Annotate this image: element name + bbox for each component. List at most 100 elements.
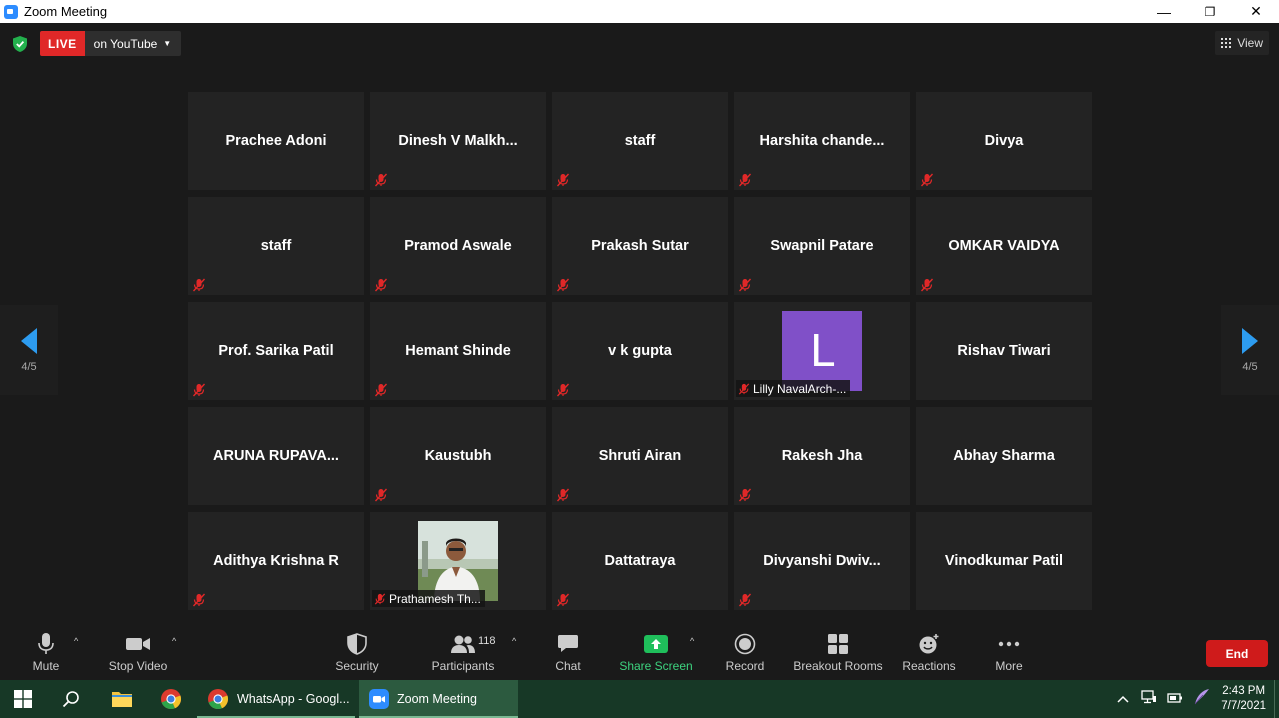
- taskbar-app-label: Zoom Meeting: [397, 692, 477, 706]
- network-icon[interactable]: [1141, 689, 1157, 709]
- participant-tile[interactable]: L Lilly NavalArch-...: [734, 302, 910, 400]
- muted-microphone-icon: [192, 383, 206, 397]
- encryption-shield-icon[interactable]: [12, 35, 28, 53]
- participant-name-bar: Lilly NavalArch-...: [736, 380, 851, 397]
- minimize-button[interactable]: —: [1141, 0, 1187, 23]
- page-counter-right: 4/5: [1242, 361, 1258, 373]
- chrome-button[interactable]: [160, 680, 182, 718]
- muted-microphone-icon: [920, 173, 934, 187]
- stop-video-button[interactable]: Stop Video: [106, 630, 170, 678]
- previous-page-button[interactable]: 4/5: [0, 305, 58, 395]
- participant-tile[interactable]: Adithya Krishna R: [188, 512, 364, 610]
- participants-count: 118: [478, 635, 496, 647]
- taskbar-app-label: WhatsApp - Googl...: [237, 692, 350, 706]
- muted-microphone-icon: [920, 278, 934, 292]
- muted-microphone-icon: [556, 488, 570, 502]
- end-meeting-button[interactable]: End: [1206, 640, 1268, 667]
- battery-icon[interactable]: [1167, 690, 1183, 708]
- participant-name: Prakash Sutar: [591, 238, 689, 254]
- participant-tile[interactable]: Swapnil Patare: [734, 197, 910, 295]
- participant-tile[interactable]: Rakesh Jha: [734, 407, 910, 505]
- taskbar-app-zoom[interactable]: Zoom Meeting: [359, 680, 518, 718]
- mute-button[interactable]: Mute: [28, 630, 64, 678]
- reactions-label: Reactions: [902, 659, 956, 673]
- record-button[interactable]: Record: [724, 630, 766, 678]
- clock-date: 7/7/2021: [1221, 700, 1266, 712]
- muted-microphone-icon: [738, 173, 752, 187]
- muted-microphone-icon: [374, 383, 388, 397]
- participant-name-bar: Prathamesh Th...: [372, 590, 485, 607]
- participant-tile[interactable]: Kaustubh: [370, 407, 546, 505]
- muted-microphone-icon: [192, 278, 206, 292]
- participant-tile[interactable]: Pramod Aswale: [370, 197, 546, 295]
- participant-name: Rishav Tiwari: [957, 343, 1051, 359]
- windows-logo-icon: [14, 690, 32, 708]
- live-stream-control[interactable]: LIVE on YouTube ▼: [40, 31, 182, 56]
- security-button[interactable]: Security: [334, 630, 380, 678]
- show-hidden-icons-chevron-icon[interactable]: [1117, 690, 1129, 708]
- participant-name: Shruti Airan: [598, 448, 682, 464]
- start-button[interactable]: [14, 680, 32, 718]
- participant-name: Lilly NavalArch-...: [753, 381, 847, 396]
- video-options-caret-icon[interactable]: ^: [172, 636, 176, 646]
- stop-video-label: Stop Video: [108, 659, 168, 673]
- participant-tile[interactable]: Divyanshi Dwiv...: [734, 512, 910, 610]
- caret-down-icon: ▼: [163, 39, 172, 48]
- live-badge: LIVE: [40, 31, 85, 56]
- participant-tile[interactable]: staff: [188, 197, 364, 295]
- chat-button[interactable]: Chat: [552, 630, 584, 678]
- participant-tile[interactable]: Hemant Shinde: [370, 302, 546, 400]
- participant-tile[interactable]: staff: [552, 92, 728, 190]
- participant-tile[interactable]: Dattatraya: [552, 512, 728, 610]
- muted-microphone-icon: [738, 278, 752, 292]
- participant-tile[interactable]: v k gupta: [552, 302, 728, 400]
- participant-tile[interactable]: Abhay Sharma: [916, 407, 1092, 505]
- window-title: Zoom Meeting: [24, 4, 108, 19]
- participants-options-caret-icon[interactable]: ^: [512, 636, 516, 646]
- participant-tile[interactable]: Prof. Sarika Patil: [188, 302, 364, 400]
- zoom-app-icon: [369, 689, 389, 709]
- audio-options-caret-icon[interactable]: ^: [74, 636, 78, 646]
- participant-tile[interactable]: Dinesh V Malkh...: [370, 92, 546, 190]
- file-explorer-button[interactable]: [111, 680, 133, 718]
- participant-name: Prathamesh Th...: [389, 591, 481, 606]
- participant-name: Dinesh V Malkh...: [398, 133, 518, 149]
- pen-feather-icon[interactable]: [1193, 688, 1211, 711]
- live-target-label: on YouTube: [93, 36, 158, 51]
- search-button[interactable]: [62, 680, 80, 718]
- next-page-button[interactable]: 4/5: [1221, 305, 1279, 395]
- participant-tile[interactable]: Prathamesh Th...: [370, 512, 546, 610]
- participant-tile[interactable]: Rishav Tiwari: [916, 302, 1092, 400]
- share-screen-button[interactable]: Share Screen: [619, 630, 693, 678]
- participant-tile[interactable]: Vinodkumar Patil: [916, 512, 1092, 610]
- chat-bubble-icon: [557, 630, 579, 658]
- share-screen-label: Share Screen: [619, 659, 693, 673]
- participant-tile[interactable]: Shruti Airan: [552, 407, 728, 505]
- participant-name: Hemant Shinde: [405, 343, 511, 359]
- chat-label: Chat: [555, 659, 581, 673]
- participant-name: ARUNA RUPAVA...: [213, 448, 339, 464]
- live-target-dropdown[interactable]: on YouTube ▼: [84, 31, 182, 56]
- more-label: More: [995, 659, 1023, 673]
- taskbar-app-whatsapp[interactable]: WhatsApp - Googl...: [197, 680, 355, 718]
- show-desktop-button[interactable]: [1274, 680, 1279, 718]
- muted-microphone-icon: [374, 173, 388, 187]
- maximize-button[interactable]: ❐: [1187, 0, 1233, 23]
- close-button[interactable]: ✕: [1233, 0, 1279, 23]
- share-screen-icon: [644, 630, 668, 658]
- breakout-rooms-button[interactable]: Breakout Rooms: [792, 630, 884, 678]
- participant-name: Harshita chande...: [759, 133, 885, 149]
- participant-tile[interactable]: OMKAR VAIDYA: [916, 197, 1092, 295]
- more-button[interactable]: More: [990, 630, 1028, 678]
- taskbar-clock[interactable]: 2:43 PM 7/7/2021: [1221, 684, 1266, 714]
- participant-tile[interactable]: Divya: [916, 92, 1092, 190]
- participant-tile[interactable]: Prachee Adoni: [188, 92, 364, 190]
- participant-name: Vinodkumar Patil: [944, 553, 1064, 569]
- view-button[interactable]: View: [1215, 31, 1269, 55]
- participant-tile[interactable]: Harshita chande...: [734, 92, 910, 190]
- participant-tile[interactable]: ARUNA RUPAVA...: [188, 407, 364, 505]
- reactions-button[interactable]: Reactions: [900, 630, 958, 678]
- participants-icon: [450, 630, 476, 658]
- participant-tile[interactable]: Prakash Sutar: [552, 197, 728, 295]
- share-options-caret-icon[interactable]: ^: [690, 636, 694, 646]
